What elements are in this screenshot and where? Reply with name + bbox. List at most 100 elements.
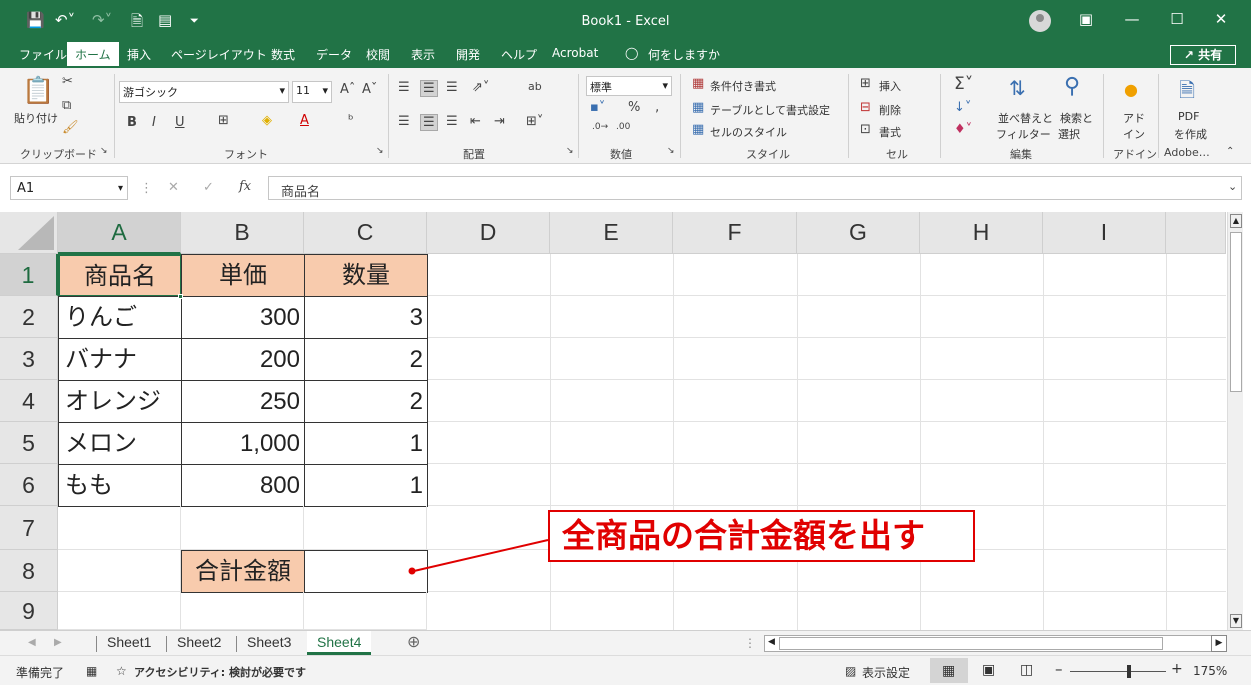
conditional-format-button[interactable]: 条件付き書式 bbox=[710, 78, 776, 94]
cell-a5[interactable]: メロン bbox=[58, 422, 182, 465]
cell-c9[interactable] bbox=[304, 592, 427, 630]
format-cells-button[interactable]: 書式 bbox=[879, 124, 901, 140]
cell-a3[interactable]: バナナ bbox=[58, 338, 182, 381]
page-layout-view-icon[interactable]: ▣ bbox=[982, 662, 995, 678]
row-header[interactable]: 2 bbox=[0, 296, 58, 338]
orientation-icon[interactable]: ⇗˅ bbox=[472, 80, 489, 95]
cell-a7[interactable] bbox=[58, 506, 181, 550]
align-left-icon[interactable]: ☰ bbox=[398, 114, 410, 129]
sort-filter-label-2[interactable]: フィルター bbox=[996, 126, 1051, 142]
cell-b2[interactable]: 300 bbox=[181, 296, 305, 339]
add-ins-label-2[interactable]: イン bbox=[1123, 126, 1145, 142]
tell-me-input[interactable]: 何をしますか bbox=[648, 46, 720, 63]
tab-developer[interactable]: 開発 bbox=[456, 46, 480, 63]
font-name-select[interactable]: 游ゴシック ▾ bbox=[119, 81, 289, 103]
h-scroll-thumb[interactable] bbox=[779, 637, 1163, 650]
scroll-up-icon[interactable]: ▲ bbox=[1230, 214, 1242, 228]
number-format-select[interactable]: 標準 ▾ bbox=[586, 76, 672, 96]
cell-a6[interactable]: もも bbox=[58, 464, 182, 507]
accessibility-status[interactable]: アクセシビリティ: 検討が必要です bbox=[134, 664, 306, 680]
dialog-launcher-icon[interactable]: ↘ bbox=[376, 146, 384, 156]
tab-insert[interactable]: 挿入 bbox=[127, 46, 151, 63]
fill-handle[interactable] bbox=[178, 294, 183, 299]
row-header[interactable]: 1 bbox=[0, 254, 58, 296]
cell-b8[interactable]: 合計金額 bbox=[181, 550, 305, 593]
row-header[interactable]: 5 bbox=[0, 422, 58, 464]
copy-icon[interactable]: ⧉ bbox=[62, 98, 71, 113]
tab-review[interactable]: 校閲 bbox=[366, 46, 390, 63]
tab-help[interactable]: ヘルプ bbox=[501, 46, 537, 63]
dialog-launcher-icon[interactable]: ↘ bbox=[566, 146, 574, 156]
create-pdf-label-1[interactable]: PDF bbox=[1178, 110, 1199, 123]
cell-a4[interactable]: オレンジ bbox=[58, 380, 182, 423]
find-select-label-1[interactable]: 検索と bbox=[1060, 110, 1093, 126]
normal-view-button[interactable]: ▦ bbox=[930, 658, 968, 683]
sheet-tab[interactable]: Sheet1 bbox=[107, 634, 151, 650]
autosum-icon[interactable]: Σ˅ bbox=[954, 74, 973, 94]
row-header[interactable]: 6 bbox=[0, 464, 58, 506]
column-header[interactable]: C bbox=[304, 212, 427, 254]
merge-center-icon[interactable]: ⊞˅ bbox=[526, 114, 543, 129]
align-middle-icon[interactable]: ☰ bbox=[420, 80, 438, 97]
name-box[interactable]: A1 ▾ bbox=[10, 176, 128, 200]
column-header[interactable]: H bbox=[920, 212, 1043, 254]
cell-c6[interactable]: 1 bbox=[304, 464, 428, 507]
cell-c5[interactable]: 1 bbox=[304, 422, 428, 465]
scroll-left-icon[interactable]: ◀ bbox=[768, 637, 775, 647]
insert-cells-button[interactable]: 挿入 bbox=[879, 78, 901, 94]
cell-b7[interactable] bbox=[181, 506, 304, 550]
wrap-text-icon[interactable]: ab bbox=[528, 80, 542, 93]
tab-home[interactable]: ホーム bbox=[67, 42, 119, 68]
fill-icon[interactable]: ↓˅ bbox=[954, 100, 971, 115]
dialog-launcher-icon[interactable]: ↘ bbox=[667, 146, 675, 156]
percent-icon[interactable]: % bbox=[628, 100, 640, 115]
cell-c4[interactable]: 2 bbox=[304, 380, 428, 423]
prev-sheet-icon[interactable]: ◀ bbox=[28, 637, 36, 648]
cell-a9[interactable] bbox=[58, 592, 181, 630]
horizontal-scrollbar[interactable]: ◀ bbox=[764, 635, 1226, 652]
row-header[interactable]: 4 bbox=[0, 380, 58, 422]
ribbon-display-icon[interactable]: ▣ bbox=[1076, 10, 1096, 28]
format-painter-icon[interactable]: 🖌 bbox=[62, 120, 79, 135]
column-header[interactable]: I bbox=[1043, 212, 1166, 254]
paste-icon[interactable]: 📋 bbox=[22, 76, 54, 106]
align-bottom-icon[interactable]: ☰ bbox=[446, 80, 458, 95]
column-header[interactable]: A bbox=[58, 212, 181, 254]
lightbulb-icon[interactable]: ◯ bbox=[625, 46, 638, 60]
decrease-decimal-icon[interactable]: .00 bbox=[616, 122, 630, 132]
format-as-table-button[interactable]: テーブルとして書式設定 bbox=[710, 102, 830, 118]
fill-color-icon[interactable]: ◈ bbox=[262, 113, 272, 128]
zoom-in-icon[interactable]: + bbox=[1171, 661, 1183, 677]
tab-view[interactable]: 表示 bbox=[411, 46, 435, 63]
tab-file[interactable]: ファイル bbox=[19, 46, 67, 63]
cell-a8[interactable] bbox=[58, 550, 181, 592]
scroll-right-icon[interactable]: ▶ bbox=[1211, 635, 1227, 652]
scroll-down-icon[interactable]: ▼ bbox=[1230, 614, 1242, 628]
close-icon[interactable]: ✕ bbox=[1211, 10, 1231, 28]
cell-b9[interactable] bbox=[181, 592, 304, 630]
add-sheet-icon[interactable]: ⊕ bbox=[407, 632, 420, 652]
cell-styles-button[interactable]: セルのスタイル bbox=[710, 124, 787, 140]
select-all-corner[interactable] bbox=[0, 212, 58, 254]
font-color-icon[interactable]: A bbox=[300, 113, 309, 128]
insert-function-icon[interactable]: fx bbox=[239, 179, 251, 194]
column-header[interactable]: E bbox=[550, 212, 673, 254]
zoom-slider-thumb[interactable] bbox=[1127, 665, 1131, 678]
tab-formulas[interactable]: 数式 bbox=[271, 46, 295, 63]
phonetic-icon[interactable]: ᵇ bbox=[348, 113, 354, 128]
currency-icon[interactable]: ▪˅ bbox=[590, 100, 605, 115]
underline-icon[interactable]: U bbox=[175, 115, 185, 130]
cell-b4[interactable]: 250 bbox=[181, 380, 305, 423]
next-sheet-icon[interactable]: ▶ bbox=[54, 637, 62, 648]
cancel-icon[interactable]: ✕ bbox=[168, 180, 179, 195]
cell-b5[interactable]: 1,000 bbox=[181, 422, 305, 465]
sheet-tab[interactable]: Sheet2 bbox=[177, 634, 221, 650]
row-header[interactable]: 9 bbox=[0, 592, 58, 630]
increase-decimal-icon[interactable]: .0→ bbox=[592, 122, 608, 132]
sort-filter-label-1[interactable]: 並べ替えと bbox=[998, 110, 1053, 126]
cell-c2[interactable]: 3 bbox=[304, 296, 428, 339]
tab-acrobat[interactable]: Acrobat bbox=[552, 46, 598, 60]
tab-page-layout[interactable]: ページレイアウト bbox=[171, 46, 267, 63]
increase-font-icon[interactable]: Aˆ bbox=[340, 82, 355, 97]
cell-b3[interactable]: 200 bbox=[181, 338, 305, 381]
